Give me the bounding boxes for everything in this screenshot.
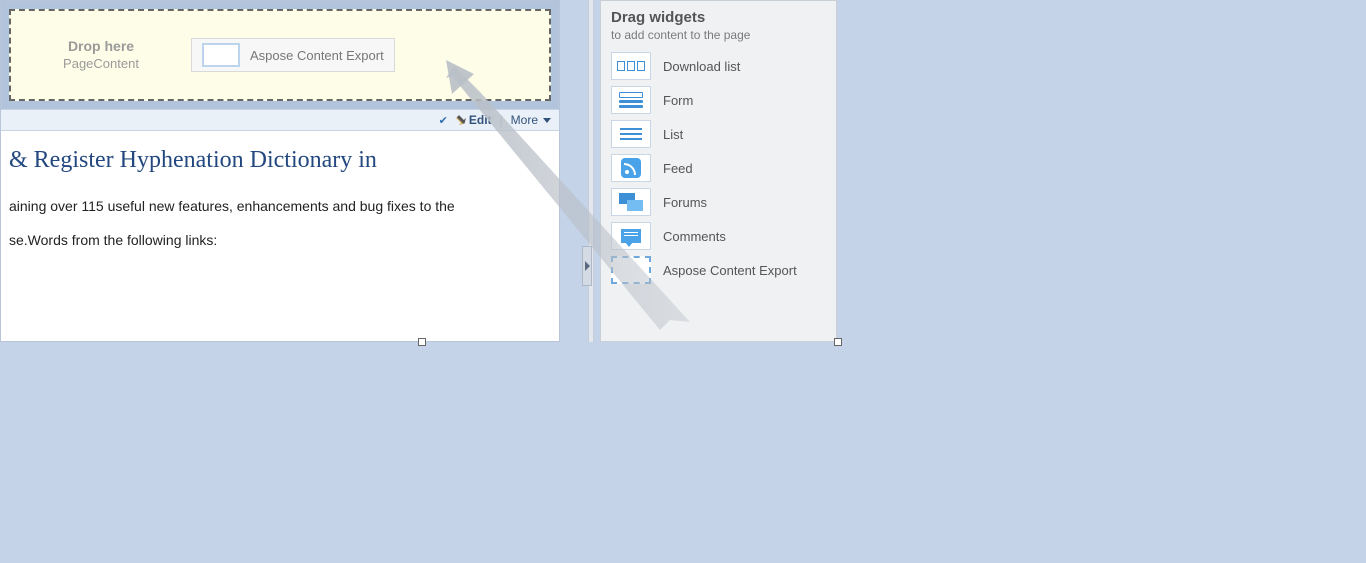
approve-icon[interactable]: ✔ <box>439 114 448 127</box>
dropped-widget-label: Aspose Content Export <box>250 48 384 63</box>
widget-item-label: Forums <box>663 195 707 210</box>
widget-item-comments[interactable]: Comments <box>611 222 826 250</box>
edit-button[interactable]: Edit <box>456 113 492 127</box>
comments-icon <box>611 222 651 250</box>
forums-icon <box>611 188 651 216</box>
widget-item-list[interactable]: List <box>611 120 826 148</box>
content-toolbar: ✔ Edit | More <box>1 109 559 131</box>
aspose-export-icon <box>611 256 651 284</box>
article-title: & Register Hyphenation Dictionary in <box>9 147 549 174</box>
edit-label: Edit <box>469 113 492 127</box>
collapse-sidebar-button[interactable] <box>582 246 592 286</box>
app-stage: Drop here PageContent Aspose Content Exp… <box>0 0 1366 563</box>
page-editor-panel: Drop here PageContent Aspose Content Exp… <box>0 0 560 342</box>
list-icon <box>611 120 651 148</box>
widget-item-label: Feed <box>663 161 693 176</box>
widget-item-label: Download list <box>663 59 740 74</box>
dropzone-hint: Drop here PageContent <box>11 37 191 72</box>
download-list-icon <box>611 52 651 80</box>
drop-band: Drop here PageContent Aspose Content Exp… <box>1 1 559 109</box>
widget-item-label: Comments <box>663 229 726 244</box>
divider-rail <box>588 0 594 342</box>
more-label: More <box>511 113 538 127</box>
panel-divider[interactable] <box>582 0 600 342</box>
more-menu-button[interactable]: More <box>511 113 551 127</box>
article-content: & Register Hyphenation Dictionary in ain… <box>1 131 559 280</box>
widget-palette: Drag widgets to add content to the page … <box>600 0 837 342</box>
widget-item-label: Form <box>663 93 693 108</box>
chevron-right-icon <box>585 261 590 271</box>
chevron-down-icon <box>543 118 551 123</box>
widget-item-download-list[interactable]: Download list <box>611 52 826 80</box>
palette-heading: Drag widgets <box>611 9 826 26</box>
dropzone-title: Drop here <box>19 37 183 55</box>
widget-item-label: List <box>663 127 683 142</box>
toolbar-separator: | <box>500 113 503 127</box>
dropped-widget-aspose-export[interactable]: Aspose Content Export <box>191 38 395 72</box>
widget-item-label: Aspose Content Export <box>663 263 797 278</box>
dropzone-subtitle: PageContent <box>19 56 183 73</box>
widget-item-aspose-export[interactable]: Aspose Content Export <box>611 256 826 284</box>
widget-thumb-icon <box>202 43 240 67</box>
form-icon <box>611 86 651 114</box>
resize-handle-right[interactable] <box>834 338 842 346</box>
article-line-2: se.Words from the following links: <box>9 232 549 248</box>
pencil-icon <box>454 113 468 127</box>
palette-subheading: to add content to the page <box>611 28 826 42</box>
resize-handle-bottom[interactable] <box>418 338 426 346</box>
widget-item-form[interactable]: Form <box>611 86 826 114</box>
widget-item-feed[interactable]: Feed <box>611 154 826 182</box>
page-content-dropzone[interactable]: Drop here PageContent Aspose Content Exp… <box>9 9 551 101</box>
widget-item-forums[interactable]: Forums <box>611 188 826 216</box>
article-line-1: aining over 115 useful new features, enh… <box>9 198 549 214</box>
feed-icon <box>611 154 651 182</box>
